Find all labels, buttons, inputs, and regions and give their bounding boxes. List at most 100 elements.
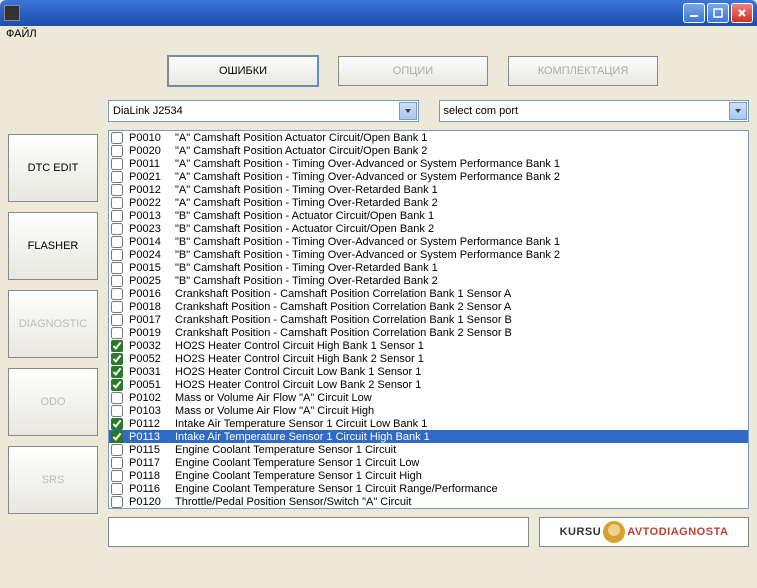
minimize-button[interactable] bbox=[683, 3, 705, 23]
close-button[interactable] bbox=[731, 3, 753, 23]
dtc-checkbox[interactable] bbox=[111, 353, 123, 365]
dtc-checkbox[interactable] bbox=[111, 288, 123, 300]
dtc-checkbox[interactable] bbox=[111, 379, 123, 391]
tab-config[interactable]: КОМПЛЕКТАЦИЯ bbox=[508, 56, 658, 86]
device-combo-value: DiaLink J2534 bbox=[113, 105, 183, 117]
list-item[interactable]: P0031HO2S Heater Control Circuit Low Ban… bbox=[109, 365, 748, 378]
dtc-checkbox[interactable] bbox=[111, 405, 123, 417]
dtc-code: P0116 bbox=[129, 483, 175, 495]
list-item[interactable]: P0115Engine Coolant Temperature Sensor 1… bbox=[109, 443, 748, 456]
list-item[interactable]: P0052HO2S Heater Control Circuit High Ba… bbox=[109, 352, 748, 365]
dtc-desc: Engine Coolant Temperature Sensor 1 Circ… bbox=[175, 470, 422, 482]
list-item[interactable]: P0014"B" Camshaft Position - Timing Over… bbox=[109, 235, 748, 248]
dtc-desc: Mass or Volume Air Flow "A" Circuit High bbox=[175, 405, 374, 417]
port-combo-value: select com port bbox=[444, 105, 519, 117]
list-item[interactable]: P0023"B" Camshaft Position - Actuator Ci… bbox=[109, 222, 748, 235]
dtc-code: P0115 bbox=[129, 444, 175, 456]
sidebar-diagnostic[interactable]: DIAGNOSTIC bbox=[8, 290, 98, 358]
dtc-checkbox[interactable] bbox=[111, 145, 123, 157]
dtc-checkbox[interactable] bbox=[111, 496, 123, 508]
list-item[interactable]: P0012"A" Camshaft Position - Timing Over… bbox=[109, 183, 748, 196]
list-item[interactable]: P0112Intake Air Temperature Sensor 1 Cir… bbox=[109, 417, 748, 430]
list-item[interactable]: P0032HO2S Heater Control Circuit High Ba… bbox=[109, 339, 748, 352]
dtc-checkbox[interactable] bbox=[111, 223, 123, 235]
list-item[interactable]: P0020"A" Camshaft Position Actuator Circ… bbox=[109, 144, 748, 157]
sidebar-odo[interactable]: ODO bbox=[8, 368, 98, 436]
list-item[interactable]: P0120Throttle/Pedal Position Sensor/Swit… bbox=[109, 495, 748, 508]
dtc-checkbox[interactable] bbox=[111, 444, 123, 456]
dtc-checkbox[interactable] bbox=[111, 314, 123, 326]
dtc-checkbox[interactable] bbox=[111, 301, 123, 313]
dtc-checkbox[interactable] bbox=[111, 184, 123, 196]
dtc-code: P0014 bbox=[129, 236, 175, 248]
dtc-checkbox[interactable] bbox=[111, 249, 123, 261]
list-item[interactable]: P0117Engine Coolant Temperature Sensor 1… bbox=[109, 456, 748, 469]
dtc-checkbox[interactable] bbox=[111, 418, 123, 430]
dtc-desc: Engine Coolant Temperature Sensor 1 Circ… bbox=[175, 457, 419, 469]
dtc-checkbox[interactable] bbox=[111, 366, 123, 378]
chevron-down-icon bbox=[729, 102, 747, 120]
sidebar-dtc-edit[interactable]: DTC EDIT bbox=[8, 134, 98, 202]
tab-errors[interactable]: ОШИБКИ bbox=[168, 56, 318, 86]
tab-options[interactable]: ОПЦИИ bbox=[338, 56, 488, 86]
dtc-checkbox[interactable] bbox=[111, 210, 123, 222]
dtc-desc: "A" Camshaft Position - Timing Over-Adva… bbox=[175, 171, 560, 183]
app-icon bbox=[4, 5, 20, 21]
dtc-checkbox[interactable] bbox=[111, 197, 123, 209]
device-combo[interactable]: DiaLink J2534 bbox=[108, 100, 419, 122]
dtc-checkbox[interactable] bbox=[111, 431, 123, 443]
tabs-row: ОШИБКИ ОПЦИИ КОМПЛЕКТАЦИЯ bbox=[8, 46, 749, 100]
menubar: ФАЙЛ bbox=[0, 26, 757, 46]
list-item[interactable]: P0013"B" Camshaft Position - Actuator Ci… bbox=[109, 209, 748, 222]
sidebar-flasher[interactable]: FLASHER bbox=[8, 212, 98, 280]
list-item[interactable]: P0015"B" Camshaft Position - Timing Over… bbox=[109, 261, 748, 274]
dtc-code: P0120 bbox=[129, 496, 175, 508]
list-item[interactable]: P0025"B" Camshaft Position - Timing Over… bbox=[109, 274, 748, 287]
dtc-desc: "B" Camshaft Position - Timing Over-Adva… bbox=[175, 249, 560, 261]
dtc-code: P0022 bbox=[129, 197, 175, 209]
dtc-checkbox[interactable] bbox=[111, 262, 123, 274]
dtc-checkbox[interactable] bbox=[111, 483, 123, 495]
dtc-code: P0023 bbox=[129, 223, 175, 235]
list-item[interactable]: P0116Engine Coolant Temperature Sensor 1… bbox=[109, 482, 748, 495]
dtc-checkbox[interactable] bbox=[111, 327, 123, 339]
list-item[interactable]: P0017Crankshaft Position - Camshaft Posi… bbox=[109, 313, 748, 326]
list-item[interactable]: P0051HO2S Heater Control Circuit Low Ban… bbox=[109, 378, 748, 391]
dtc-checkbox[interactable] bbox=[111, 340, 123, 352]
dtc-desc: "A" Camshaft Position Actuator Circuit/O… bbox=[175, 145, 427, 157]
dtc-desc: "B" Camshaft Position - Timing Over-Reta… bbox=[175, 275, 438, 287]
dtc-checkbox[interactable] bbox=[111, 132, 123, 144]
dtc-desc: Crankshaft Position - Camshaft Position … bbox=[175, 314, 512, 326]
dtc-desc: "B" Camshaft Position - Timing Over-Reta… bbox=[175, 262, 438, 274]
list-item[interactable]: P0016Crankshaft Position - Camshaft Posi… bbox=[109, 287, 748, 300]
dtc-code: P0019 bbox=[129, 327, 175, 339]
dtc-desc: "A" Camshaft Position - Timing Over-Reta… bbox=[175, 197, 438, 209]
list-item[interactable]: P0103Mass or Volume Air Flow "A" Circuit… bbox=[109, 404, 748, 417]
dtc-code: P0032 bbox=[129, 340, 175, 352]
list-item[interactable]: P0022"A" Camshaft Position - Timing Over… bbox=[109, 196, 748, 209]
dtc-checkbox[interactable] bbox=[111, 158, 123, 170]
list-item[interactable]: P0113Intake Air Temperature Sensor 1 Cir… bbox=[109, 430, 748, 443]
list-item[interactable]: P0102Mass or Volume Air Flow "A" Circuit… bbox=[109, 391, 748, 404]
sidebar-srs[interactable]: SRS bbox=[8, 446, 98, 514]
list-item[interactable]: P0118Engine Coolant Temperature Sensor 1… bbox=[109, 469, 748, 482]
list-item[interactable]: P0024"B" Camshaft Position - Timing Over… bbox=[109, 248, 748, 261]
dtc-checkbox[interactable] bbox=[111, 457, 123, 469]
dtc-code: P0031 bbox=[129, 366, 175, 378]
list-item[interactable]: P0010"A" Camshaft Position Actuator Circ… bbox=[109, 131, 748, 144]
list-item[interactable]: P0018Crankshaft Position - Camshaft Posi… bbox=[109, 300, 748, 313]
list-item[interactable]: P0019Crankshaft Position - Camshaft Posi… bbox=[109, 326, 748, 339]
dtc-code: P0052 bbox=[129, 353, 175, 365]
list-item[interactable]: P0011"A" Camshaft Position - Timing Over… bbox=[109, 157, 748, 170]
maximize-button[interactable] bbox=[707, 3, 729, 23]
port-combo[interactable]: select com port bbox=[439, 100, 750, 122]
dtc-checkbox[interactable] bbox=[111, 392, 123, 404]
dtc-checkbox[interactable] bbox=[111, 275, 123, 287]
dtc-checkbox[interactable] bbox=[111, 171, 123, 183]
dtc-checkbox[interactable] bbox=[111, 470, 123, 482]
menu-file[interactable]: ФАЙЛ bbox=[6, 28, 37, 40]
dtc-code: P0025 bbox=[129, 275, 175, 287]
dtc-listbox[interactable]: P0010"A" Camshaft Position Actuator Circ… bbox=[108, 130, 749, 509]
list-item[interactable]: P0021"A" Camshaft Position - Timing Over… bbox=[109, 170, 748, 183]
dtc-checkbox[interactable] bbox=[111, 236, 123, 248]
